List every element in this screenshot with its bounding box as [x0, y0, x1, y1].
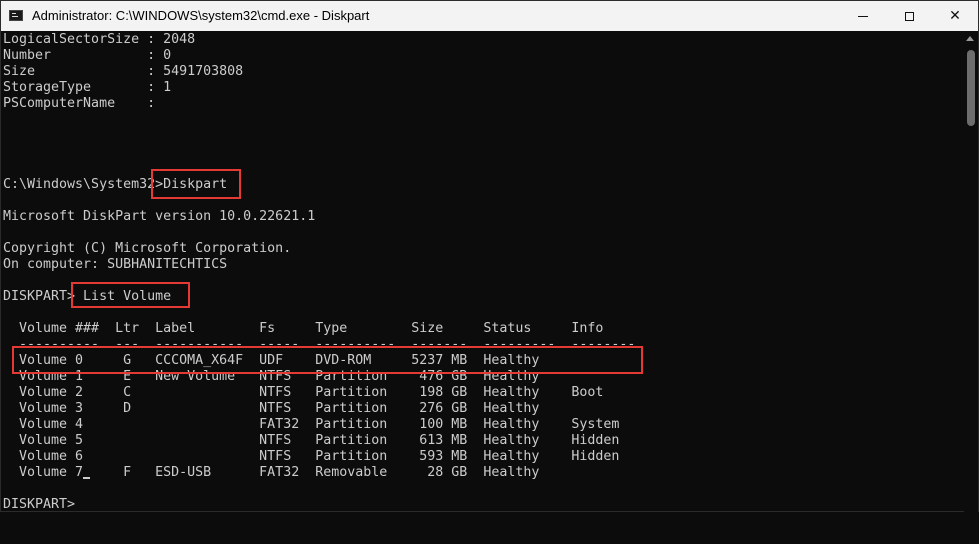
cmd-window: Administrator: C:\WINDOWS\system32\cmd.e… — [0, 0, 979, 512]
window-title: Administrator: C:\WINDOWS\system32\cmd.e… — [32, 8, 370, 23]
console-line: PSComputerName : — [3, 96, 156, 111]
scroll-up-arrow-icon[interactable] — [966, 36, 974, 41]
vertical-scrollbar[interactable] — [964, 32, 978, 512]
console-line: Size : 5491703808 — [3, 64, 244, 79]
cmd-icon — [9, 10, 23, 21]
volume-row-6: Volume 6 NTFS Partition 593 MB Healthy H… — [3, 449, 620, 464]
console-line: Microsoft DiskPart version 10.0.22621.1 — [3, 209, 316, 224]
volume-row-2: Volume 2 C NTFS Partition 198 GB Healthy… — [3, 385, 604, 400]
text-cursor — [83, 477, 90, 479]
highlight-volume-0-row — [12, 346, 643, 374]
highlight-diskpart-command — [151, 169, 241, 199]
console-line: Number : 0 — [3, 48, 172, 63]
maximize-icon — [904, 11, 914, 21]
console-line: StorageType : 1 — [3, 80, 172, 95]
close-button[interactable]: ✕ — [932, 1, 978, 31]
volume-row-5: Volume 5 NTFS Partition 613 MB Healthy H… — [3, 433, 620, 448]
diskpart-prompt: DISKPART> — [3, 497, 84, 512]
volume-row-4: Volume 4 FAT32 Partition 100 MB Healthy … — [3, 417, 620, 432]
volume-table-header: Volume ### Ltr Label Fs Type Size Status… — [3, 321, 604, 336]
minimize-icon — [858, 15, 868, 17]
maximize-button[interactable] — [886, 1, 932, 31]
scroll-thumb[interactable] — [967, 50, 975, 126]
console-line: Copyright (C) Microsoft Corporation. — [3, 241, 292, 256]
volume-row-3: Volume 3 D NTFS Partition 276 GB Healthy — [3, 401, 540, 416]
title-bar[interactable]: Administrator: C:\WINDOWS\system32\cmd.e… — [1, 1, 978, 31]
console-line: LogicalSectorSize : 2048 — [3, 32, 196, 47]
highlight-list-volume-command — [71, 282, 190, 308]
console-output[interactable]: LogicalSectorSize : 2048 Number : 0 Size… — [3, 32, 963, 512]
minimize-button[interactable] — [840, 1, 886, 31]
console-line: On computer: SUBHANITECHTICS — [3, 257, 228, 272]
close-icon: ✕ — [949, 8, 961, 24]
